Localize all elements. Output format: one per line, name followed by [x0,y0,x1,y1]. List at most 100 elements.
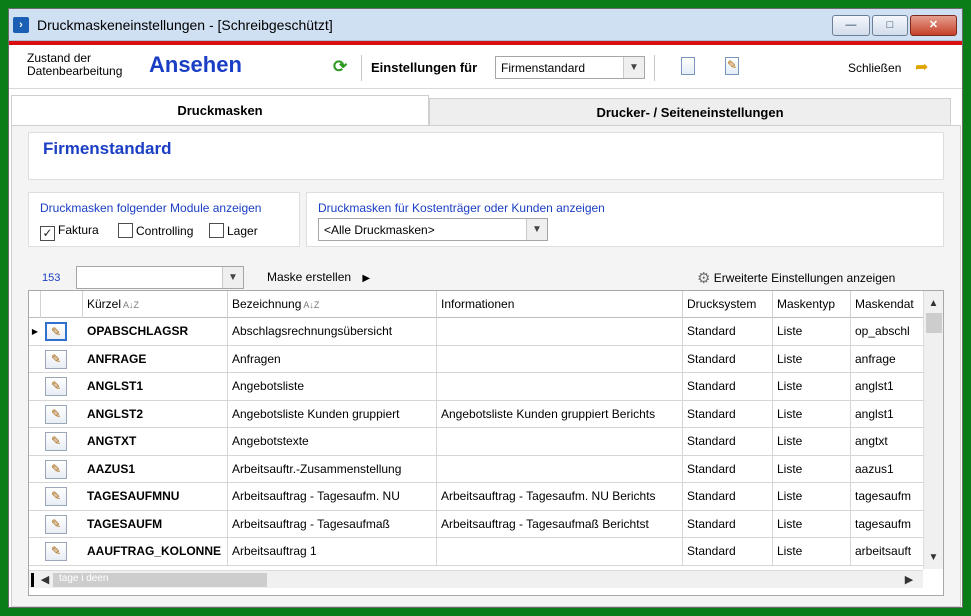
cell-kuerzel: ANGTXT [83,428,228,455]
controlling-checkbox[interactable]: Controlling [118,223,193,238]
cell-bezeichnung: Angebotsliste [228,373,437,400]
header-informationen[interactable]: Informationen [437,291,683,318]
erweiterte-einstellungen-button[interactable]: ⚙ Erweiterte Einstellungen anzeigen [697,269,895,287]
cell-maskentyp: Liste [773,400,851,428]
maximize-button[interactable]: □ [872,15,908,36]
scroll-right-icon[interactable]: ▶ [901,571,917,589]
table-row[interactable]: ✎ AAZUS1 Arbeitsauftr.-Zusammenstellung Sta… [29,455,923,483]
faktura-checkbox[interactable]: ✓ Faktura [40,223,99,241]
checkbox-unchecked-icon[interactable] [209,223,224,238]
header-drucksystem[interactable]: Drucksystem [683,291,773,318]
tab-drucker-seiteneinstellungen[interactable]: Drucker- / Seiteneinstellungen [429,98,951,126]
scroll-down-icon[interactable]: ▼ [924,549,943,567]
edit-icon[interactable]: ✎ [45,404,67,424]
minimize-button[interactable]: — [832,15,870,36]
close-window-button[interactable]: ✕ [910,15,957,36]
cell-maskentyp: Liste [773,318,851,345]
header-kuerzel[interactable]: Kürzel A↓Z [83,291,228,318]
row-indicator [29,401,41,428]
tab-bar: Druckmasken Drucker- / Seiteneinstellung… [11,95,961,126]
cell-drucksystem: Standard [683,345,773,373]
sort-az-icon: A↓Z [303,300,320,310]
filter-select[interactable]: ▼ [76,266,244,289]
refresh-icon[interactable]: ⟳ [333,57,347,77]
table-row[interactable]: ▶ ✎ OPABSCHLAGSR Abschlagsrechnungsübersich… [29,318,923,346]
window-title: Druckmaskeneinstellungen - [Schreibgesch… [37,17,333,33]
table-row[interactable]: ✎ TAGESAUFMNU Arbeitsauftrag - Tagesaufm. … [29,483,923,511]
table-row[interactable]: ✎ TAGESAUFM Arbeitsauftrag - Tagesaufmaß Ar… [29,510,923,538]
cell-maskendatei: tagesaufm [855,489,912,503]
chevron-down-icon[interactable]: ▼ [222,267,243,288]
table-row[interactable]: ✎ ANFRAGE Anfragen Standard Liste anfrage [29,345,923,373]
horizontal-scrollbar[interactable]: ◀ tage i deen ▶ [29,570,923,588]
edit-icon[interactable]: ✎ [45,432,67,451]
header-kuerzel-label: Kürzel [87,297,122,311]
toolbar-separator [361,55,362,81]
cell-maskentyp: Liste [773,483,851,510]
toolbar-separator [654,55,655,81]
new-document-icon[interactable] [681,57,695,75]
cell-drucksystem: Standard [683,373,773,400]
kosten-select[interactable]: <Alle Druckmasken> ▼ [318,218,548,241]
row-indicator [29,538,41,565]
header-bezeichnung[interactable]: Bezeichnung A↓Z [228,291,437,318]
einstellungen-label: Einstellungen für [371,60,478,75]
faktura-label: Faktura [58,223,99,237]
triangle-right-icon: ▶ [362,273,371,284]
cell-maskentyp: Liste [773,455,851,483]
cell-informationen [437,318,683,345]
tab-druckmasken[interactable]: Druckmasken [11,95,429,126]
scrollbar-ghost-text: tage i deen [59,573,109,584]
app-icon: › [13,17,29,33]
lager-checkbox[interactable]: Lager [209,223,258,238]
exit-icon[interactable]: ➦ [915,57,928,77]
chevron-down-icon[interactable]: ▼ [623,57,644,78]
scroll-left-icon[interactable]: ◀ [37,571,53,589]
scroll-up-icon[interactable]: ▲ [924,295,943,313]
row-indicator [29,456,41,483]
edit-icon[interactable]: ✎ [45,377,67,396]
table-row[interactable]: ✎ AAUFTRAG_KOLONNE Arbeitsauftrag 1 Standar… [29,538,923,566]
cell-kuerzel: TAGESAUFM [83,510,228,538]
checkbox-checked-icon[interactable]: ✓ [40,226,55,241]
header-maskendatei[interactable]: Maskendat [851,291,923,318]
kosten-value: <Alle Druckmasken> [324,223,435,237]
cell-maskentyp: Liste [773,345,851,373]
maske-erstellen-button[interactable]: Maske erstellen ▶ [267,270,370,284]
sort-az-icon: A↓Z [123,300,140,310]
edit-icon[interactable]: ✎ [45,487,67,506]
row-indicator [29,346,41,373]
cell-bezeichnung: Arbeitsauftr.-Zusammenstellung [228,455,437,483]
table-row[interactable]: ✎ ANGTXT Angebotstexte Standard Liste angtxt [29,428,923,456]
cell-bezeichnung: Arbeitsauftrag - Tagesaufmaß [228,510,437,538]
table-row[interactable]: ✎ ANGLST1 Angebotsliste Standard Liste anglst… [29,373,923,401]
chevron-down-icon[interactable]: ▼ [526,219,547,240]
table-row[interactable]: ✎ ANGLST2 Angebotsliste Kunden gruppiert An… [29,400,923,428]
cell-informationen [437,455,683,483]
vertical-scrollbar[interactable]: ▲ ▼ [923,291,943,569]
edit-document-icon[interactable] [725,57,739,75]
edit-icon[interactable]: ✎ [45,542,67,561]
edit-icon[interactable]: ✎ [45,514,67,534]
cell-maskendatei: anfrage [855,351,896,366]
edit-icon[interactable]: ✎ [45,459,67,479]
cell-drucksystem: Standard [683,318,773,345]
edit-icon[interactable]: ✎ [45,349,67,369]
header-bezeichnung-label: Bezeichnung [232,297,302,311]
checkbox-unchecked-icon[interactable] [118,223,133,238]
edit-icon[interactable]: ✎ [45,322,67,341]
row-indicator [29,428,41,455]
einstellungen-select[interactable]: Firmenstandard ▼ [495,56,645,79]
record-count: 153 [42,272,61,284]
header-icon-cell [41,291,83,318]
scroll-thumb[interactable] [926,313,942,333]
tab-panel: Firmenstandard Druckmasken folgender Mod… [11,125,961,607]
cell-bezeichnung: Anfragen [228,345,437,373]
header-maskentyp[interactable]: Maskentyp [773,291,851,318]
cell-drucksystem: Standard [683,483,773,510]
cell-kuerzel: ANGLST1 [83,373,228,400]
erweiterte-label: Erweiterte Einstellungen anzeigen [713,271,896,285]
kosten-filter-group: Druckmasken für Kostenträger oder Kunden… [306,192,944,247]
mode-label: Ansehen [149,52,242,77]
close-button-label[interactable]: Schließen [848,61,901,75]
